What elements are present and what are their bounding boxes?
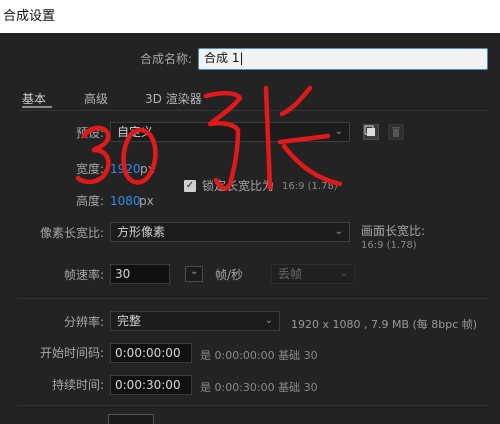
chevron-down-icon: ⌄: [334, 226, 343, 237]
comp-name-label: 合成名称:: [139, 52, 192, 66]
frame-aspect-label: 画面长宽比:: [361, 224, 426, 238]
tab-active-underline: [22, 106, 52, 108]
section-divider: [18, 298, 488, 299]
drop-frame-dropdown[interactable]: 丢帧 ⌄: [271, 264, 355, 284]
pixel-aspect-value: 方形像素: [117, 225, 166, 239]
drop-frame-value: 丢帧: [278, 267, 303, 281]
bottom-divider: [18, 405, 488, 406]
comp-name-value: 合成 1: [204, 51, 240, 65]
window-title-bar: 合成设置: [0, 0, 500, 33]
delete-preset-icon[interactable]: [388, 124, 404, 140]
handwritten-annotation: [75, 85, 343, 191]
chevron-down-icon: ⌄: [339, 268, 348, 279]
start-timecode-info: 是 0:00:00:00 基础 30: [200, 349, 318, 362]
resolution-value: 完整: [117, 314, 142, 328]
frame-rate-label: 帧速率:: [63, 268, 104, 282]
frame-rate-input[interactable]: 30: [110, 264, 170, 284]
frame-rate-dropdown-button[interactable]: ⌄: [185, 266, 203, 282]
duration-value: 0:00:30:00: [115, 378, 181, 392]
duration-label: 持续时间:: [51, 378, 104, 392]
resolution-dropdown[interactable]: 完整 ⌄: [110, 311, 280, 331]
start-timecode-value: 0:00:00:00: [115, 346, 181, 360]
pixel-aspect-label: 像素长宽比:: [39, 226, 104, 240]
start-timecode-label: 开始时间码:: [39, 346, 104, 360]
chevron-down-icon: ⌄: [264, 315, 273, 326]
tab-basic[interactable]: 基本: [22, 90, 46, 107]
resolution-label: 分辨率:: [63, 315, 104, 329]
pixel-aspect-dropdown[interactable]: 方形像素 ⌄: [110, 222, 350, 242]
window-title: 合成设置: [3, 9, 56, 24]
chevron-down-icon: ⌄: [190, 266, 199, 277]
frame-aspect-value: 16:9 (1.78): [361, 240, 417, 251]
resolution-info: 1920 x 1080 , 7.9 MB (每 8bpc 帧): [291, 318, 478, 331]
comp-name-input[interactable]: 合成 1|: [198, 48, 488, 70]
frame-rate-unit: 帧/秒: [215, 268, 244, 282]
start-timecode-input[interactable]: 0:00:00:00: [110, 343, 192, 363]
duration-info: 是 0:00:30:00 基础 30: [200, 381, 318, 394]
frame-rate-value: 30: [115, 267, 131, 281]
duration-input[interactable]: 0:00:30:00: [110, 375, 192, 395]
